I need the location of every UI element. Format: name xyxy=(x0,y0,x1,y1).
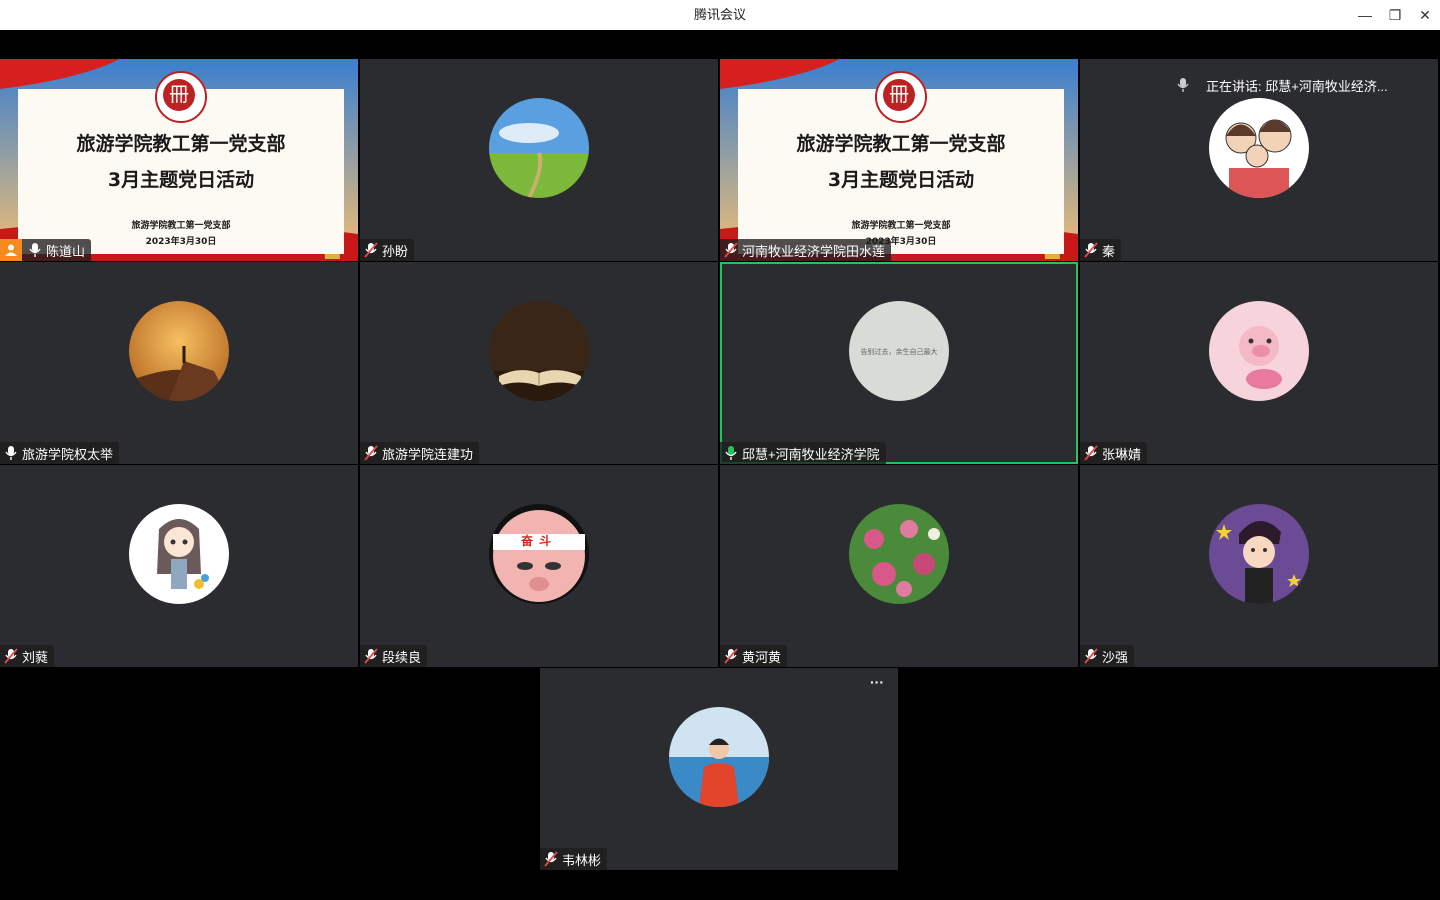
participant-namebar: 旅游学院连建功 xyxy=(360,442,480,464)
quote-avatar: 告别过去，余生自己最大 xyxy=(849,301,949,401)
open-book-avatar xyxy=(489,301,589,401)
participant-namebar: 段续良 xyxy=(360,645,428,667)
mic-muted-icon xyxy=(4,648,18,664)
slide-title-line2: 3月主题党日活动 xyxy=(107,169,255,191)
participant-tile[interactable]: 沙强 xyxy=(1080,465,1438,667)
slide-card: 冊 旅游学院教工第一党支部 3月主题党日活动 旅游学院教工第一党支部 2023年… xyxy=(738,71,1064,254)
speaking-text: 正在讲话: 邱慧+河南牧业经济... xyxy=(1206,78,1388,94)
participant-name: 韦林彬 xyxy=(562,852,602,868)
participant-name: 黄河黄 xyxy=(742,649,782,665)
avatar-quote-text: 告别过去，余生自己最大 xyxy=(860,348,938,356)
participant-namebar: 沙强 xyxy=(1080,645,1135,667)
fendou-face-avatar: 奋斗 xyxy=(489,504,589,604)
mic-on-icon xyxy=(5,446,17,460)
mic-muted-icon xyxy=(1084,445,1098,461)
participant-tile[interactable]: 黄河黄 xyxy=(720,465,1078,667)
flowers-avatar xyxy=(849,504,949,604)
participant-name: 旅游学院连建功 xyxy=(382,446,474,462)
mic-muted-icon xyxy=(1084,648,1098,664)
window-title: 腾讯会议 xyxy=(693,7,746,22)
participant-tile[interactable]: ··· 韦林彬 xyxy=(540,668,898,870)
slide-org: 旅游学院教工第一党支部 xyxy=(131,221,231,231)
speaking-indicator: 正在讲话: 邱慧+河南牧业经济... xyxy=(1176,72,1388,98)
participant-namebar: 邱慧+河南牧业经济学院 xyxy=(720,442,886,464)
restore-button[interactable]: ❐ xyxy=(1380,0,1410,30)
shared-slide: 冊 旅游学院教工第一党支部 3月主题党日活动 旅游学院教工第一党支部 2023年… xyxy=(0,59,358,261)
participant-tile[interactable]: 张琳婧 xyxy=(1080,262,1438,464)
college-seal-icon: 冊 xyxy=(875,71,927,123)
mic-muted-icon xyxy=(1084,242,1098,258)
participant-name: 张琳婧 xyxy=(1102,446,1142,462)
slide-card: 冊 旅游学院教工第一党支部 3月主题党日活动 旅游学院教工第一党支部 2023年… xyxy=(18,71,344,254)
mic-speaking-icon xyxy=(725,446,737,460)
mic-muted-icon xyxy=(724,648,738,664)
participant-name: 陈道山 xyxy=(46,243,86,259)
college-seal-icon: 冊 xyxy=(155,71,207,123)
participant-name: 刘蕤 xyxy=(22,649,49,665)
participant-namebar: 孙盼 xyxy=(360,239,415,261)
slide-title-line1: 旅游学院教工第一党支部 xyxy=(76,133,286,155)
title-bar: 腾讯会议 — ❐ ✕ xyxy=(0,0,1440,30)
participant-name: 邱慧+河南牧业经济学院 xyxy=(742,446,880,462)
shared-slide: 冊 旅游学院教工第一党支部 3月主题党日活动 旅游学院教工第一党支部 2023年… xyxy=(720,59,1078,261)
participant-name: 旅游学院权太举 xyxy=(22,446,114,462)
participant-tile[interactable]: 冊 旅游学院教工第一党支部 3月主题党日活动 旅游学院教工第一党支部 2023年… xyxy=(0,59,358,261)
participant-tile[interactable]: 旅游学院连建功 xyxy=(360,262,718,464)
cartoon-girl-avatar xyxy=(129,504,229,604)
participant-namebar: 陈道山 xyxy=(0,239,92,261)
mic-on-icon xyxy=(29,243,41,257)
more-options-button[interactable]: ··· xyxy=(866,675,888,692)
participant-tile[interactable]: 冊 旅游学院教工第一党支部 3月主题党日活动 旅游学院教工第一党支部 2023年… xyxy=(720,59,1078,261)
participant-namebar: 秦 xyxy=(1080,239,1122,261)
mic-muted-icon xyxy=(364,648,378,664)
participant-namebar: 旅游学院权太举 xyxy=(0,442,120,464)
landscape-avatar xyxy=(489,98,589,198)
cartoon-man-avatar xyxy=(1209,504,1309,604)
host-icon xyxy=(0,239,22,261)
mic-muted-icon xyxy=(364,242,378,258)
participant-name: 段续良 xyxy=(382,649,422,665)
family-cartoon-avatar xyxy=(1209,98,1309,198)
participant-namebar: 黄河黄 xyxy=(720,645,788,667)
participant-tile-active[interactable]: 告别过去，余生自己最大 邱慧+河南牧业经济学院 xyxy=(720,262,1078,464)
participant-tile[interactable]: 刘蕤 xyxy=(0,465,358,667)
sunset-hiker-avatar xyxy=(129,301,229,401)
slide-title-line1: 旅游学院教工第一党支部 xyxy=(796,133,1006,155)
participant-name: 秦 xyxy=(1102,243,1116,259)
participant-namebar: 刘蕤 xyxy=(0,645,55,667)
participant-name: 河南牧业经济学院田水莲 xyxy=(742,243,886,259)
minimize-button[interactable]: — xyxy=(1350,0,1380,30)
participant-tile[interactable]: 孙盼 xyxy=(360,59,718,261)
participant-namebar: 张琳婧 xyxy=(1080,442,1148,464)
participant-namebar: 河南牧业经济学院田水莲 xyxy=(720,239,892,261)
pig-avatar xyxy=(1209,301,1309,401)
mic-muted-icon xyxy=(364,445,378,461)
participant-namebar: 韦林彬 xyxy=(540,848,608,870)
mic-muted-icon xyxy=(544,851,558,867)
participant-tile[interactable]: 奋斗 段续良 xyxy=(360,465,718,667)
woman-photo-avatar xyxy=(669,707,769,807)
slide-title-line2: 3月主题党日活动 xyxy=(827,169,975,191)
participant-tile[interactable]: 旅游学院权太举 xyxy=(0,262,358,464)
avatar-headband-text: 奋斗 xyxy=(520,534,557,548)
participant-name: 沙强 xyxy=(1102,649,1129,665)
slide-org: 旅游学院教工第一党支部 xyxy=(851,221,951,231)
mic-icon xyxy=(1177,78,1189,92)
participant-name: 孙盼 xyxy=(382,243,409,259)
close-button[interactable]: ✕ xyxy=(1410,0,1440,30)
mic-muted-icon xyxy=(724,242,738,258)
